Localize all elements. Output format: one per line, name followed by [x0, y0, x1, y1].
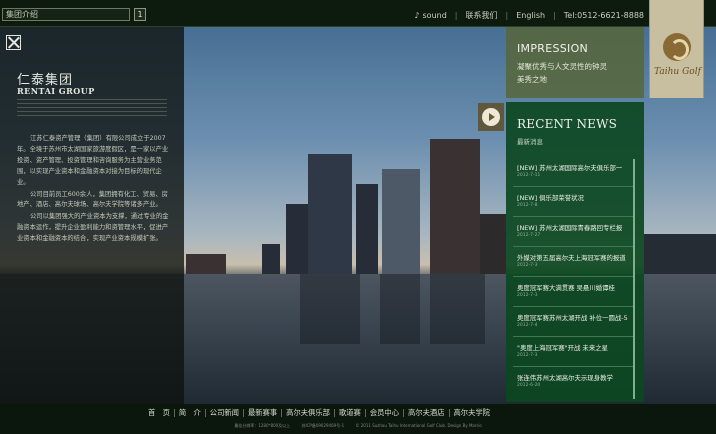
- divider: |: [553, 11, 556, 20]
- news-item[interactable]: 奥度冠军赛大满贯赛 吴悬川婚谭桂 2012-7-3: [513, 279, 633, 307]
- divider: |: [505, 11, 509, 20]
- nav-golf-hotel[interactable]: 高尔夫酒店: [404, 408, 448, 418]
- footer: 首 页 简 介 公司新闻 最新赛事 高尔夫俱乐部 歌道赛 会员中心 高尔夫酒店 …: [0, 404, 716, 434]
- golf-logo-icon: [663, 33, 691, 61]
- icp-license[interactable]: 苏ICP备09029469号-1: [301, 423, 344, 428]
- intro-paragraph: 公司以集团强大的产业资本为支撑，通过专业的金融资本运作，提升企业盈利能力和资管理…: [17, 213, 169, 243]
- news-item-date: 2012-7-8: [517, 203, 538, 208]
- news-item[interactable]: "奥度上海冠军赛"开战 未来之星 2012-7-3: [513, 339, 633, 367]
- intro-body: 江苏仁泰资产管理（集团）有限公司成立于2007年。全境于苏州市太湖国家旅游度假区…: [17, 134, 169, 246]
- news-item-title[interactable]: [NEW] 苏州太湖国际高尔夫俱乐部一: [517, 163, 635, 172]
- news-list: [NEW] 苏州太湖国际高尔夫俱乐部一 2012-7-11 [NEW] 俱乐部荣…: [513, 159, 633, 399]
- news-item-date: 2012-7-27: [517, 233, 541, 238]
- news-item-date: 2012-7-3: [517, 263, 538, 268]
- logo-brand-text: Taihu Golf: [654, 67, 701, 77]
- copyright-text: © 2011 Suzhou Taihu International Golf C…: [355, 423, 482, 428]
- nav-company-news[interactable]: 公司新闻: [206, 408, 243, 418]
- intro-paragraph: 公司目前员工600余人，集团拥有化工、贸易、房地产、酒店、高尔夫球场、高尔夫学院…: [17, 190, 168, 209]
- news-item-title[interactable]: [NEW] 俱乐部荣誉状况: [517, 193, 635, 202]
- contact-link[interactable]: 联系我们: [465, 10, 497, 21]
- news-item-date: 2012-6-20: [517, 383, 541, 388]
- news-item[interactable]: [NEW] 俱乐部荣誉状况 2012-7-8: [513, 189, 633, 217]
- divider: |: [454, 11, 458, 20]
- news-item-title[interactable]: 奥度冠军赛苏州太湖开战 补位一圆战-5: [517, 313, 635, 322]
- skyline-building: [356, 184, 378, 274]
- nav-latest-events[interactable]: 最新赛事: [244, 408, 281, 418]
- resolution-note: 最佳分辨率：1280*800及以上: [234, 423, 291, 428]
- news-scrollbar[interactable]: [633, 159, 635, 399]
- news-item-title[interactable]: 张连伟苏州太湖高尔夫示现身教学: [517, 373, 635, 382]
- nav-about[interactable]: 简 介: [175, 408, 205, 418]
- skyline-building: [186, 254, 226, 274]
- impression-panel[interactable]: IMPRESSION 凝聚优秀与人文灵性的钟灵 美秀之地: [506, 27, 644, 98]
- play-icon: [482, 108, 500, 126]
- skyline-building: [262, 244, 280, 274]
- nav-golf-club[interactable]: 高尔夫俱乐部: [282, 408, 334, 418]
- footer-copyright: 最佳分辨率：1280*800及以上 苏ICP备09029469号-1 © 201…: [0, 423, 716, 429]
- recent-news-panel: RECENT NEWS 最新消息 [NEW] 苏州太湖国际高尔夫俱乐部一 201…: [506, 102, 644, 402]
- footer-nav: 首 页 简 介 公司新闻 最新赛事 高尔夫俱乐部 歌道赛 会员中心 高尔夫酒店 …: [144, 406, 494, 419]
- close-icon[interactable]: [6, 35, 21, 50]
- nav-home[interactable]: 首 页: [144, 408, 174, 418]
- english-link[interactable]: English: [516, 11, 545, 20]
- intro-panel: 仁泰集团 RENTAI GROUP 江苏仁泰资产管理（集团）有限公司成立于200…: [0, 27, 184, 404]
- news-item-title[interactable]: 外媒对第五届高尔夫上海冠军赛的报道: [517, 253, 635, 262]
- club-logo[interactable]: Taihu Golf: [649, 0, 704, 98]
- news-item-title[interactable]: [NEW] 苏州太湖国际青春路回专栏报: [517, 223, 635, 232]
- news-item[interactable]: [NEW] 苏州太湖国际青春路回专栏报 2012-7-27: [513, 219, 633, 247]
- nav-members[interactable]: 会员中心: [366, 408, 403, 418]
- phone-number: Tel:0512-6621-8888: [563, 11, 644, 20]
- skyline-building: [382, 169, 420, 274]
- skyline-building: [308, 154, 352, 274]
- news-subtitle: 最新消息: [517, 138, 543, 146]
- top-links: ♪ sound | 联系我们 | English | Tel:0512-6621…: [414, 10, 644, 21]
- skyline-building: [480, 214, 506, 274]
- news-item[interactable]: [NEW] 苏州太湖国际高尔夫俱乐部一 2012-7-11: [513, 159, 633, 187]
- top-bar: 集团介绍 1 ♪ sound | 联系我们 | English | Tel:05…: [0, 0, 716, 27]
- skyline-building: [644, 234, 716, 274]
- intro-fine-print: [17, 99, 167, 121]
- impression-line: 凝聚优秀与人文灵性的钟灵: [517, 62, 607, 71]
- skyline-building: [286, 204, 308, 274]
- news-item[interactable]: 奥度冠军赛苏州太湖开战 补位一圆战-5 2012-7-4: [513, 309, 633, 337]
- sound-link[interactable]: sound: [423, 11, 447, 20]
- skyline-building: [430, 139, 480, 274]
- nav-events[interactable]: 歌道赛: [335, 408, 365, 418]
- intro-subtitle: RENTAI GROUP: [17, 86, 95, 96]
- intro-paragraph: 江苏仁泰资产管理（集团）有限公司成立于2007年。全境于苏州市太湖国家旅游度假区…: [17, 135, 169, 186]
- news-item-date: 2012-7-11: [517, 173, 541, 178]
- nav-golf-academy[interactable]: 高尔夫学院: [450, 408, 494, 418]
- breadcrumb-toggle-button[interactable]: 1: [134, 8, 146, 21]
- news-item-date: 2012-7-3: [517, 353, 538, 358]
- news-item-date: 2012-7-3: [517, 293, 538, 298]
- news-item-title[interactable]: "奥度上海冠军赛"开战 未来之星: [517, 343, 635, 352]
- news-item-title[interactable]: 奥度冠军赛大满贯赛 吴悬川婚谭桂: [517, 283, 635, 292]
- news-item[interactable]: 外媒对第五届高尔夫上海冠军赛的报道 2012-7-3: [513, 249, 633, 277]
- breadcrumb[interactable]: 集团介绍: [2, 8, 130, 21]
- impression-title: IMPRESSION: [517, 42, 589, 55]
- play-button[interactable]: [478, 103, 504, 131]
- impression-line: 美秀之地: [517, 75, 547, 84]
- news-item-date: 2012-7-4: [517, 323, 538, 328]
- sound-icon[interactable]: ♪: [414, 11, 419, 20]
- news-title: RECENT NEWS: [517, 117, 618, 131]
- news-item[interactable]: 张连伟苏州太湖高尔夫示现身教学 2012-6-20: [513, 369, 633, 397]
